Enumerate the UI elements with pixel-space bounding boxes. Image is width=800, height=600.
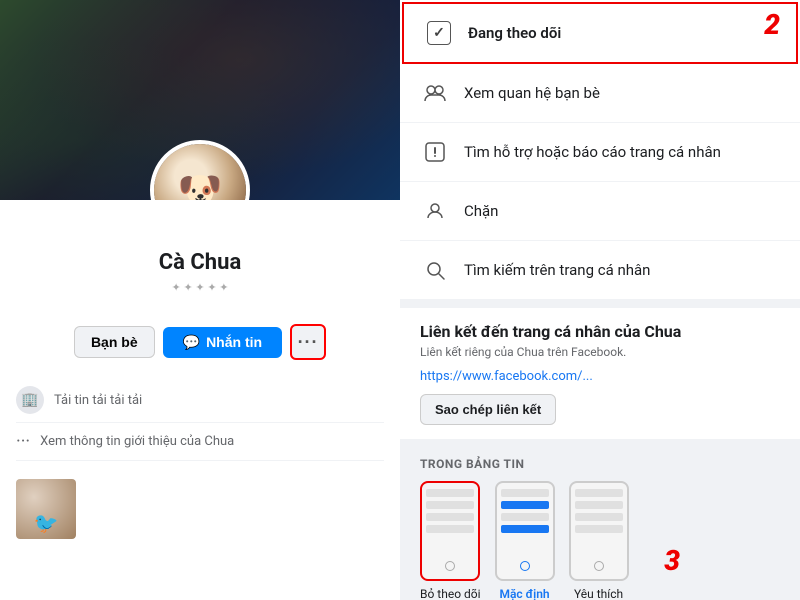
unfollow-label: Bỏ theo dõi [420, 587, 481, 600]
phone-bar [575, 489, 623, 497]
follow-icon: ✓ [424, 18, 454, 48]
phone-bar [501, 489, 549, 497]
feed-option-default[interactable]: Mặc định [495, 481, 555, 600]
intro-text: Xem thông tin giới thiệu của Chua [40, 434, 234, 449]
menu-item-relationship[interactable]: Xem quan hệ bạn bè [400, 64, 800, 123]
link-url[interactable]: https://www.facebook.com/... [420, 369, 780, 384]
profile-name: Cà Chua [20, 250, 380, 275]
phone-bar [575, 525, 623, 533]
menu-section: 2 ✓ Đang theo dõi Xem quan hệ bạn bè [400, 0, 800, 300]
feed-option-unfollow[interactable]: Bỏ theo dõi [420, 481, 481, 600]
phone-bar-blue [501, 501, 549, 509]
work-icon: 🏢 [16, 386, 44, 414]
feed-label: TRONG BẢNG TIN [420, 457, 780, 471]
feed-option-favorite[interactable]: Yêu thích [569, 481, 629, 600]
report-label: Tìm hỗ trợ hoặc báo cáo trang cá nhân [464, 143, 721, 161]
link-title: Liên kết đến trang cá nhân của Chua [420, 322, 780, 341]
messenger-icon: 💬 [183, 334, 200, 351]
feed-section: TRONG BẢNG TIN Bỏ theo dõi [400, 447, 800, 600]
profile-info: Cà Chua ✦ ✦ ✦ ✦ ✦ [0, 250, 400, 316]
phone-bar [575, 501, 623, 509]
dots-icon: ··· [16, 431, 30, 452]
relationship-icon [420, 78, 450, 108]
photo-grid: 🐦 [0, 471, 400, 547]
phone-dot [445, 561, 455, 571]
phone-dot [594, 561, 604, 571]
copy-link-button[interactable]: Sao chép liên kết [420, 394, 556, 425]
profile-details: 🏢 Tải tin tải tải tải ··· Xem thông tin … [0, 368, 400, 471]
cover-photo: 🐶 [0, 0, 400, 200]
phone-mockup-default [495, 481, 555, 581]
message-button[interactable]: 💬 Nhắn tin [163, 327, 282, 358]
profile-sparkle: ✦ ✦ ✦ ✦ ✦ [20, 281, 380, 294]
work-text: Tải tin tải tải tải [54, 393, 142, 408]
checkmark-box: ✓ [427, 21, 451, 45]
search-label: Tìm kiếm trên trang cá nhân [464, 261, 650, 279]
annotation-3: 3 [664, 544, 680, 577]
work-detail: 🏢 Tải tin tải tải tải [16, 378, 384, 423]
bird-icon: 🐦 [34, 511, 59, 539]
right-panel: 2 ✓ Đang theo dõi Xem quan hệ bạn bè [400, 0, 800, 600]
more-button[interactable]: ··· [290, 324, 326, 360]
left-panel: 🐶 Cà Chua ✦ ✦ ✦ ✦ ✦ Bạn bè 💬 Nhắn tin ··… [0, 0, 400, 600]
phone-bar [426, 501, 474, 509]
phone-bar [501, 513, 549, 521]
photo-inner: 🐦 [16, 479, 76, 539]
menu-item-follow[interactable]: ✓ Đang theo dõi [402, 2, 798, 64]
search-icon [420, 255, 450, 285]
block-label: Chặn [464, 202, 498, 220]
phone-mockup-favorite [569, 481, 629, 581]
phone-mockup-unfollow [420, 481, 480, 581]
avatar-image: 🐶 [154, 144, 246, 200]
phone-bar-blue [501, 525, 549, 533]
follow-label: Đang theo dõi [468, 24, 561, 42]
friend-button[interactable]: Bạn bè [74, 326, 155, 358]
menu-item-report[interactable]: Tìm hỗ trợ hoặc báo cáo trang cá nhân [400, 123, 800, 182]
default-label: Mặc định [499, 587, 549, 600]
phone-bar [426, 489, 474, 497]
phone-bar [426, 525, 474, 533]
link-subtitle: Liên kết riêng của Chua trên Facebook. [420, 345, 780, 359]
link-section: Liên kết đến trang cá nhân của Chua Liên… [400, 308, 800, 439]
relationship-label: Xem quan hệ bạn bè [464, 84, 600, 102]
action-buttons: Bạn bè 💬 Nhắn tin ··· 1 [0, 316, 400, 368]
photo-thumb[interactable]: 🐦 [16, 479, 76, 539]
intro-detail[interactable]: ··· Xem thông tin giới thiệu của Chua [16, 423, 384, 461]
phone-dot-blue [520, 561, 530, 571]
block-icon [420, 196, 450, 226]
feed-options: Bỏ theo dõi Mặc định [420, 481, 780, 600]
menu-item-block[interactable]: Chặn [400, 182, 800, 241]
phone-bar [575, 513, 623, 521]
favorite-label: Yêu thích [574, 587, 623, 600]
annotation-2: 2 [764, 8, 780, 41]
menu-item-search[interactable]: Tìm kiếm trên trang cá nhân [400, 241, 800, 300]
report-icon [420, 137, 450, 167]
phone-bar [426, 513, 474, 521]
